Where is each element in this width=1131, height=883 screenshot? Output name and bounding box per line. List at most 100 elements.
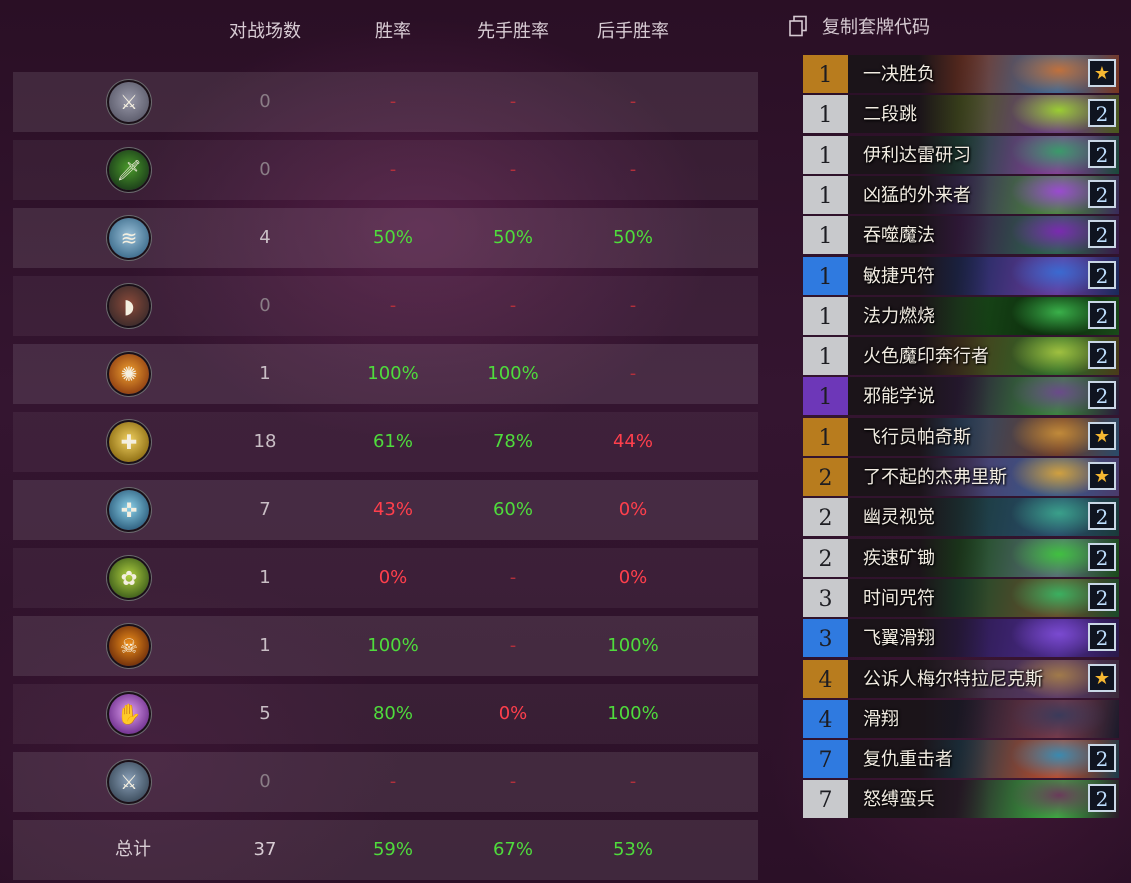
deck-card[interactable]: 3 飞翼滑翔 2 <box>803 619 1119 658</box>
card-cost: 3 <box>803 578 848 617</box>
deck-card[interactable]: 1 敏捷咒符 2 <box>803 256 1119 295</box>
total-winrate: 59% <box>372 839 413 860</box>
matchup-row: ✋ 5 80% 0% 100% <box>13 684 758 744</box>
deck-card[interactable]: 1 伊利达雷研习 2 <box>803 135 1119 174</box>
paladin-class-icon: ✚ <box>109 422 149 462</box>
card-cost: 1 <box>803 55 848 93</box>
first-winrate-value: - <box>509 771 517 792</box>
copy-deck-code-button[interactable]: 复制套牌代码 <box>788 12 930 40</box>
deck-card[interactable]: 1 邪能学说 2 <box>803 377 1119 416</box>
card-quantity: 2 <box>1088 744 1116 773</box>
matchup-row: ✚ 18 61% 78% 44% <box>13 412 758 472</box>
card-quantity: 2 <box>1088 623 1116 652</box>
card-cost: 1 <box>803 175 848 214</box>
games-count: 1 <box>259 635 271 656</box>
svg-text:✿: ✿ <box>121 566 138 590</box>
second-winrate-column-header: 后手胜率 <box>597 21 669 42</box>
card-cost: 1 <box>803 216 848 255</box>
card-name: 敏捷咒符 <box>863 265 935 287</box>
card-cost: 1 <box>803 135 848 174</box>
svg-text:✋: ✋ <box>117 702 142 726</box>
card-name: 疾速矿锄 <box>863 547 935 569</box>
deck-card[interactable]: 1 二段跳 2 <box>803 95 1119 134</box>
card-name: 幽灵视觉 <box>863 507 935 529</box>
matchup-row: ◗ 0 - - - <box>13 276 758 336</box>
winrate-value: 0% <box>378 567 408 588</box>
card-quantity: 2 <box>1088 139 1116 168</box>
svg-text:☠: ☠ <box>120 634 138 658</box>
first-winrate-value: 100% <box>487 363 539 384</box>
card-name: 伊利达雷研习 <box>863 144 971 166</box>
deck-card[interactable]: 2 幽灵视觉 2 <box>803 498 1119 537</box>
winrate-value: 50% <box>372 227 413 248</box>
total-second-winrate: 53% <box>612 839 653 860</box>
card-quantity: 2 <box>1088 99 1116 128</box>
first-winrate-value: 78% <box>492 431 533 452</box>
death-knight-class-icon: ⚔ <box>109 762 149 802</box>
copy-icon <box>789 15 807 37</box>
deck-card[interactable]: 2 了不起的杰弗里斯 ★ <box>803 458 1119 496</box>
card-name: 凶猛的外来者 <box>863 184 971 206</box>
winrate-value: 100% <box>367 635 419 656</box>
svg-text:✺: ✺ <box>121 362 138 386</box>
druid-class-icon: ✿ <box>109 558 149 598</box>
first-winrate-value: - <box>509 567 517 588</box>
deck-card[interactable]: 1 法力燃烧 2 <box>803 296 1119 335</box>
games-count: 5 <box>259 703 271 724</box>
matchup-row: ⚔ 0 - - - <box>13 72 758 132</box>
second-winrate-value: 0% <box>618 567 648 588</box>
card-name: 法力燃烧 <box>863 305 935 327</box>
matchup-row: ☠ 1 100% - 100% <box>13 616 758 676</box>
winrate-value: 61% <box>372 431 413 452</box>
second-winrate-value: 100% <box>607 635 659 656</box>
card-cost: 7 <box>803 740 848 779</box>
card-name: 二段跳 <box>863 104 917 126</box>
card-quantity: 2 <box>1088 341 1116 370</box>
deck-card[interactable]: 1 飞行员帕奇斯 ★ <box>803 417 1119 456</box>
deck-card[interactable]: 7 怒缚蛮兵 2 <box>803 780 1119 819</box>
card-cost: 1 <box>803 256 848 295</box>
svg-text:✚: ✚ <box>121 430 138 454</box>
deck-card[interactable]: 1 火色魔印奔行者 2 <box>803 337 1119 376</box>
card-cost: 1 <box>803 377 848 416</box>
warrior-class-icon: ⚔ <box>109 82 149 122</box>
rogue-class-icon: 🗡 <box>109 150 149 190</box>
matchup-row: ⚔ 0 - - - <box>13 752 758 812</box>
svg-text:⚔: ⚔ <box>120 90 138 114</box>
first-winrate-value: - <box>509 91 517 112</box>
card-quantity: 2 <box>1088 220 1116 249</box>
deck-card[interactable]: 1 凶猛的外来者 2 <box>803 175 1119 214</box>
matchup-row: ✿ 1 0% - 0% <box>13 548 758 608</box>
first-winrate-column-header: 先手胜率 <box>477 21 549 42</box>
priest-class-icon: ✜ <box>109 490 149 530</box>
deck-card[interactable]: 2 疾速矿锄 2 <box>803 538 1119 577</box>
card-cost: 2 <box>803 498 848 537</box>
deck-card[interactable]: 1 吞噬魔法 2 <box>803 216 1119 255</box>
first-winrate-value: 50% <box>492 227 533 248</box>
deck-card[interactable]: 4 滑翔 <box>803 699 1119 738</box>
second-winrate-value: - <box>629 363 637 384</box>
card-name: 了不起的杰弗里斯 <box>863 467 1007 488</box>
games-count: 1 <box>259 363 271 384</box>
games-count: 4 <box>259 227 271 248</box>
card-quantity: 2 <box>1088 542 1116 571</box>
deck-card[interactable]: 7 复仇重击者 2 <box>803 740 1119 779</box>
deck-card[interactable]: 4 公诉人梅尔特拉尼克斯 ★ <box>803 659 1119 698</box>
first-winrate-value: - <box>509 295 517 316</box>
card-cost: 1 <box>803 417 848 456</box>
deck-card[interactable]: 3 时间咒符 2 <box>803 578 1119 617</box>
svg-text:⚔: ⚔ <box>120 770 138 794</box>
second-winrate-value: - <box>629 771 637 792</box>
card-quantity: 2 <box>1088 381 1116 410</box>
card-cost: 4 <box>803 659 848 698</box>
card-quantity: 2 <box>1088 179 1116 208</box>
games-count: 18 <box>253 431 277 452</box>
mage-class-icon: ✺ <box>109 354 149 394</box>
card-name: 滑翔 <box>863 708 899 730</box>
first-winrate-value: - <box>509 635 517 656</box>
winrate-value: - <box>389 295 397 316</box>
card-cost: 1 <box>803 296 848 335</box>
winrate-value: 100% <box>367 363 419 384</box>
svg-text:◗: ◗ <box>124 294 135 318</box>
deck-card[interactable]: 1 一决胜负 ★ <box>803 55 1119 93</box>
